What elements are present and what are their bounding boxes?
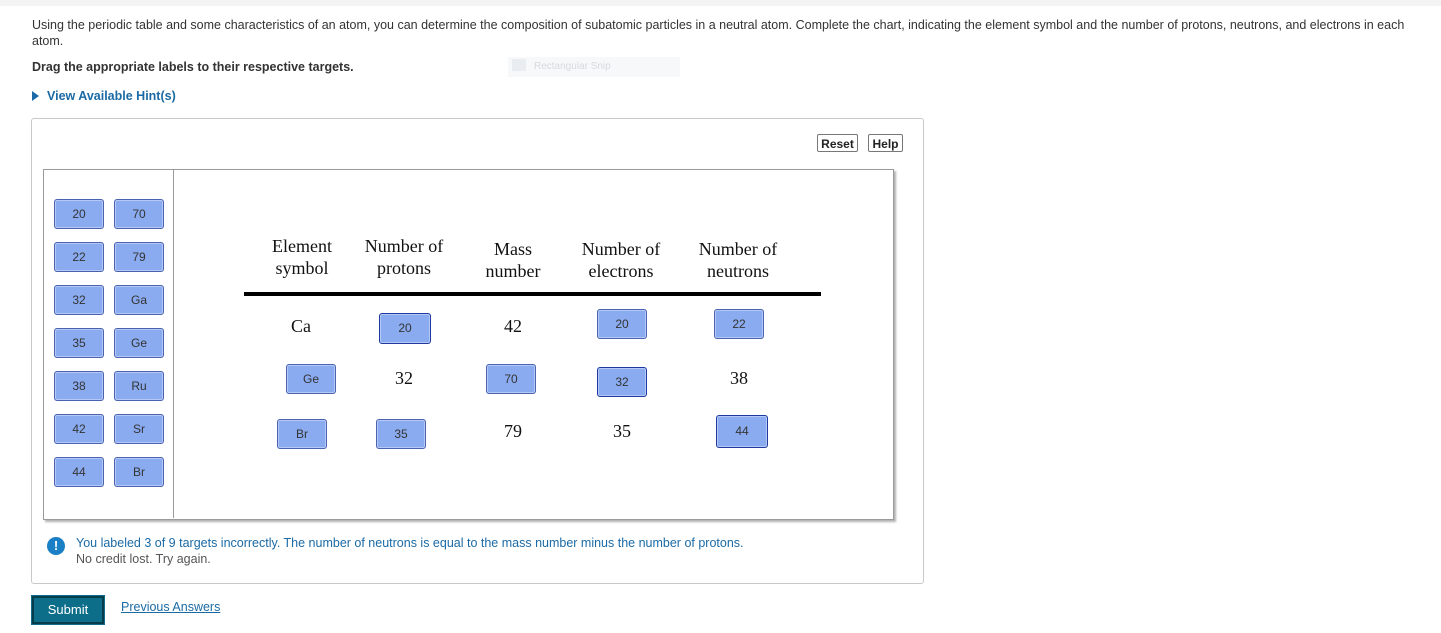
help-button[interactable]: Help (868, 134, 903, 152)
cell-static: 32 (395, 368, 413, 388)
drop-target-filled[interactable]: Ge (286, 364, 336, 394)
header-electrons: Number of electrons (566, 238, 676, 282)
snip-label: Rectangular Snip (534, 61, 611, 72)
header-line: Number of (364, 236, 444, 256)
header-line: Mass (493, 239, 532, 259)
previous-answers-link[interactable]: Previous Answers (121, 600, 220, 614)
reset-button[interactable]: Reset (817, 134, 858, 152)
header-line: neutrons (707, 261, 769, 281)
header-line: Number of (698, 239, 778, 259)
header-neutrons: Number of neutrons (683, 238, 793, 282)
intro-text: Using the periodic table and some charac… (32, 18, 1405, 48)
drop-target-filled[interactable]: 20 (597, 309, 647, 339)
instruction-text: Drag the appropriate labels to their res… (32, 60, 354, 74)
header-line: Element (272, 236, 332, 256)
feedback-line-2: No credit lost. Try again. (76, 552, 211, 566)
label-bank-item[interactable]: 42 (54, 414, 104, 444)
feedback-message: You labeled 3 of 9 targets incorrectly. … (76, 535, 836, 567)
submit-button[interactable]: Submit (31, 595, 105, 625)
drop-target-filled[interactable]: 20 (379, 313, 431, 344)
header-line: number (485, 261, 541, 281)
drop-target-filled[interactable]: Br (277, 419, 327, 449)
snip-icon (512, 59, 526, 71)
feedback-line-1: You labeled 3 of 9 targets incorrectly. … (76, 536, 744, 550)
label-bank-item[interactable]: 79 (114, 242, 164, 272)
label-bank-item[interactable]: 32 (54, 285, 104, 315)
header-line: electrons (588, 261, 654, 281)
warning-icon: ! (47, 537, 65, 555)
drop-target-filled[interactable]: 44 (716, 415, 768, 448)
drop-target-filled[interactable]: 70 (486, 364, 536, 394)
label-bank-item[interactable]: Ga (114, 285, 164, 315)
snip-overlay: Rectangular Snip (508, 57, 680, 77)
cell-static: 38 (730, 368, 748, 388)
label-bank-item[interactable]: 44 (54, 457, 104, 487)
label-bank-item[interactable]: 20 (54, 199, 104, 229)
caret-right-icon (32, 91, 39, 101)
label-bank-item[interactable]: 70 (114, 199, 164, 229)
label-bank-item[interactable]: 35 (54, 328, 104, 358)
cell-static: 42 (504, 316, 522, 336)
label-bank-item[interactable]: Ge (114, 328, 164, 358)
header-line: protons (377, 258, 431, 278)
header-element-symbol: Element symbol (252, 235, 352, 279)
drop-target-filled[interactable]: 35 (376, 419, 426, 449)
drop-target-filled[interactable]: 22 (714, 309, 764, 339)
cell-static: Ca (291, 316, 311, 336)
view-hints-link[interactable]: View Available Hint(s) (32, 89, 176, 103)
cell-static: 35 (613, 421, 631, 441)
view-hints-label: View Available Hint(s) (47, 89, 176, 103)
label-bank-item[interactable]: Ru (114, 371, 164, 401)
header-mass-number: Mass number (463, 238, 563, 282)
label-bank-item[interactable]: Br (114, 457, 164, 487)
header-line: symbol (275, 258, 329, 278)
label-bank-item[interactable]: 38 (54, 371, 104, 401)
top-bar (0, 0, 1441, 6)
table-header-rule (244, 292, 821, 296)
label-bank-item[interactable]: 22 (54, 242, 104, 272)
header-protons: Number of protons (354, 235, 454, 279)
header-line: Number of (581, 239, 661, 259)
cell-static: 79 (504, 421, 522, 441)
drop-target-filled[interactable]: 32 (597, 367, 647, 397)
label-bank-item[interactable]: Sr (114, 414, 164, 444)
